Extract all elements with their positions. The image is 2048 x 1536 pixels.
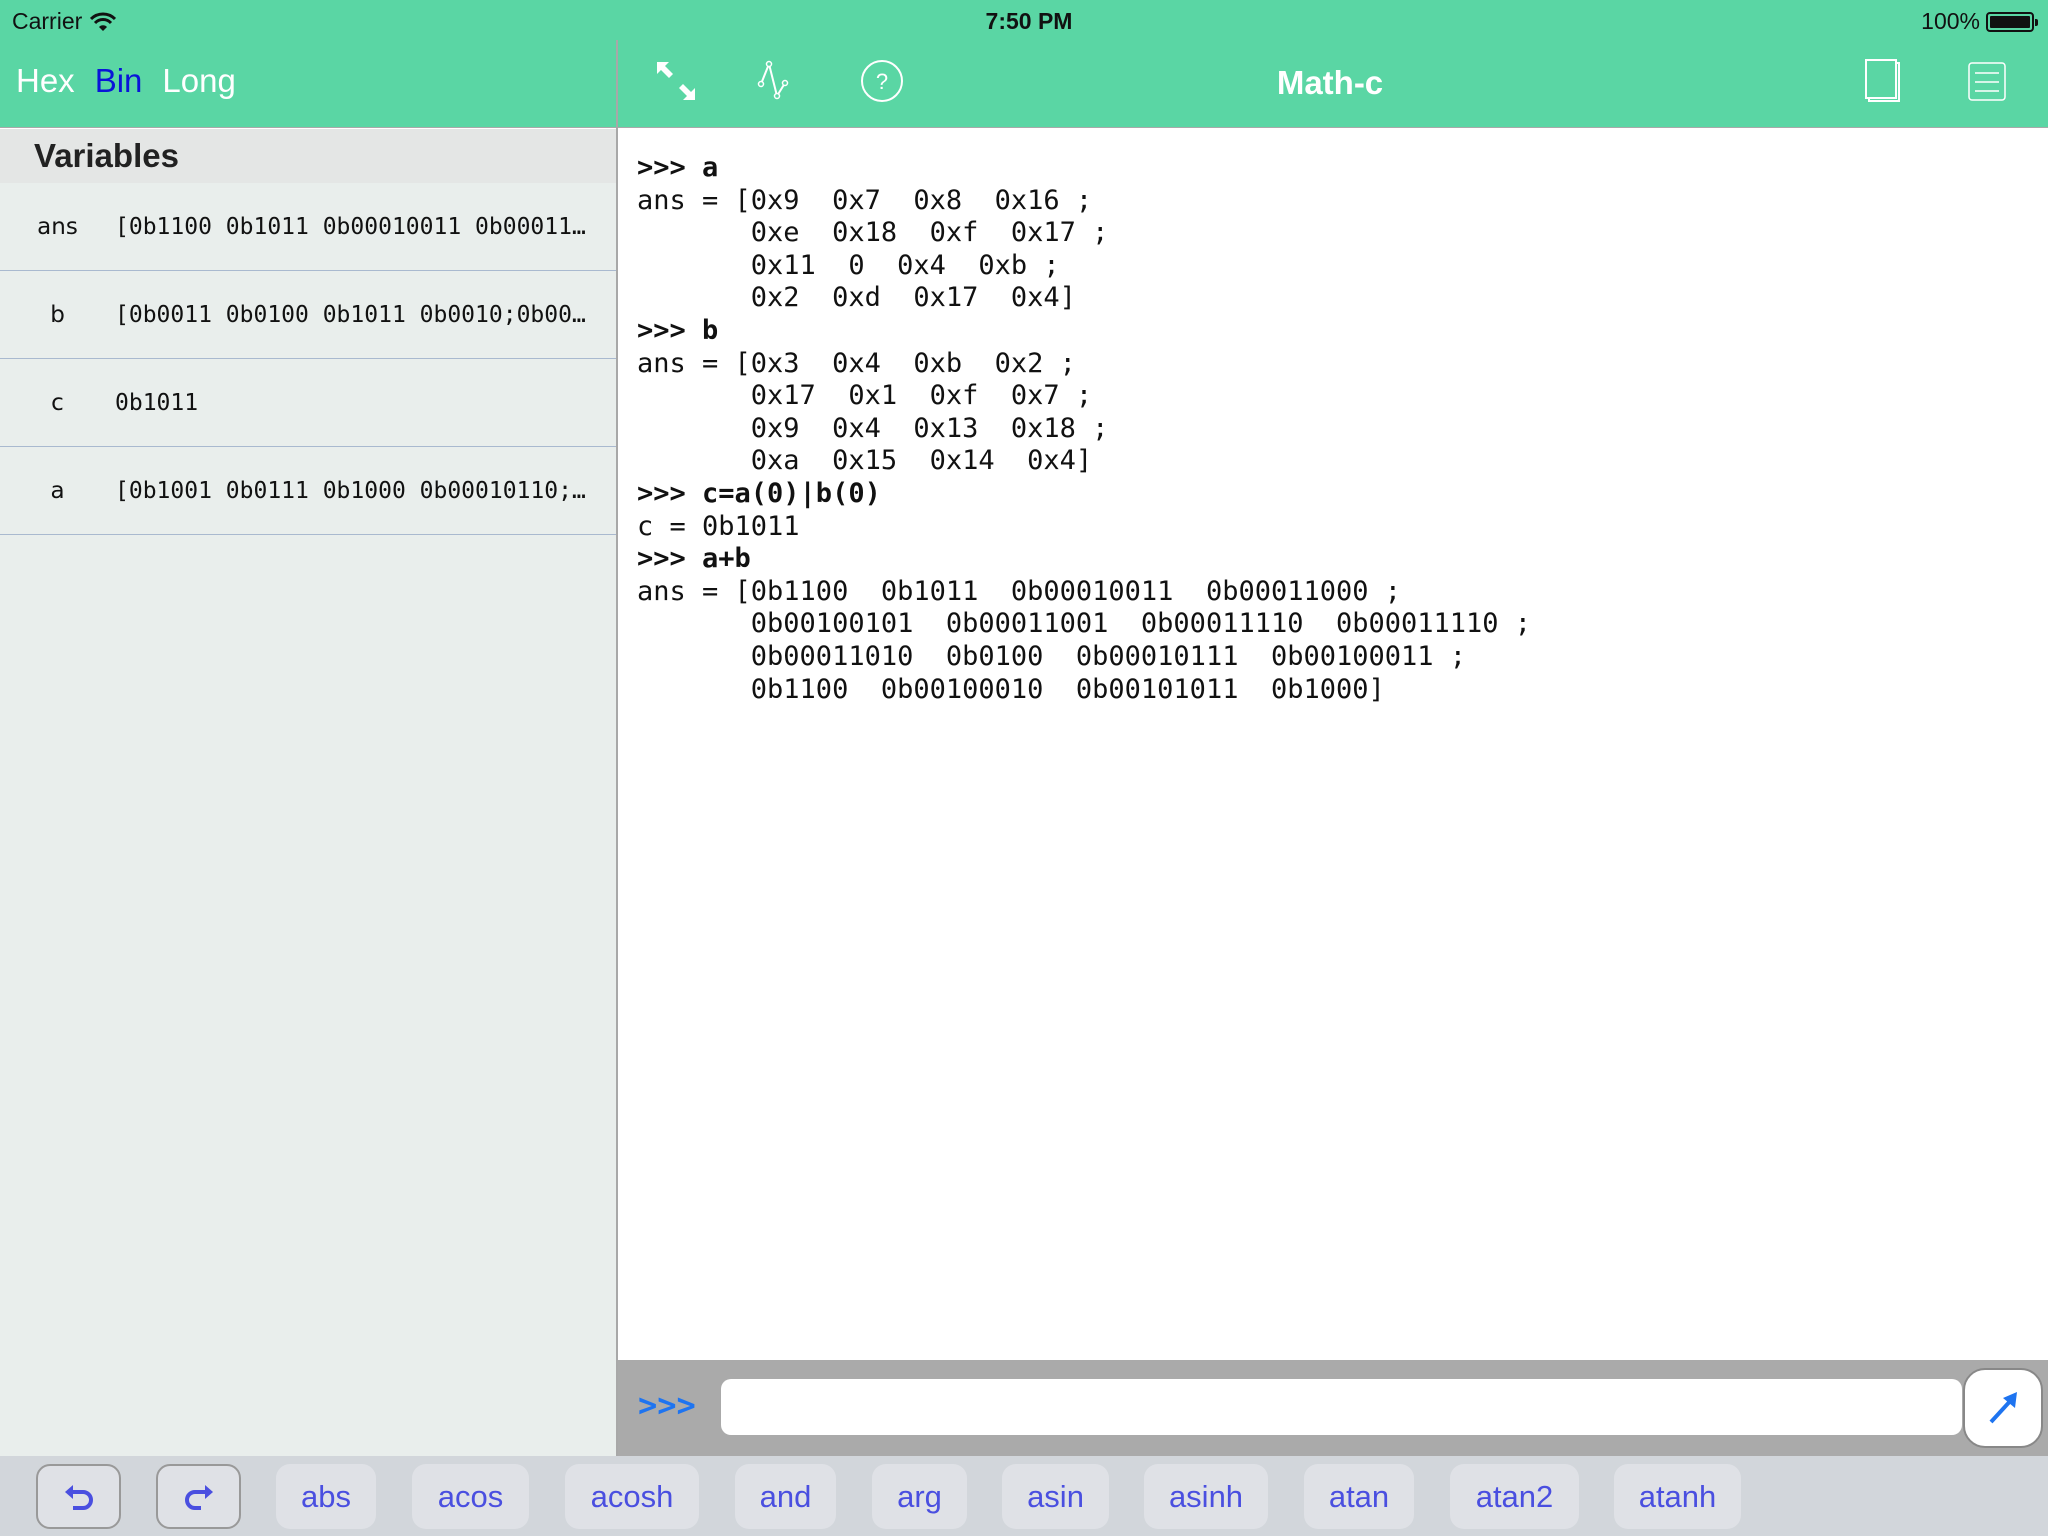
mode-long[interactable]: Long (162, 62, 235, 100)
battery-icon (1986, 11, 2038, 32)
variable-name: a (50, 477, 65, 504)
console-output-line: 0x2 0xd 0x17 0x4] (637, 282, 1076, 314)
variable-row-a[interactable]: a [0b1001 0b0111 0b1000 0b00010110;0b111… (0, 447, 616, 535)
top-bar: Carrier 7:50 PM 100% Hex Bin Long ? Math… (0, 0, 2048, 128)
console-output-line: 0b00100101 0b00011001 0b00011110 0b00011… (637, 608, 1532, 640)
help-icon[interactable]: ? (857, 56, 907, 106)
expand-icon[interactable] (651, 56, 701, 106)
func-acos[interactable]: acos (412, 1464, 529, 1529)
execute-button[interactable] (1963, 1368, 2043, 1448)
func-abs[interactable]: abs (276, 1464, 376, 1529)
variable-value: 0b1011 (115, 389, 199, 416)
console-output-line: ans = [0b1100 0b1011 0b00010011 0b000110… (637, 575, 1402, 607)
command-bar: >>> (618, 1360, 2048, 1456)
console-command-line: >>> a (637, 152, 719, 183)
panel-divider[interactable] (616, 40, 618, 1456)
console-output-line: ans = [0x3 0x4 0xb 0x2 ; (637, 347, 1076, 379)
mode-bin[interactable]: Bin (95, 62, 143, 100)
redo-button[interactable] (156, 1464, 241, 1529)
console-output-line: c = 0b1011 (637, 510, 800, 542)
number-format-selector: Hex Bin Long (16, 62, 236, 100)
console-output-line: ans = [0x9 0x7 0x8 0x16 ; (637, 184, 1093, 216)
redo-icon (184, 1484, 213, 1510)
console-command-line: >>> b (637, 314, 719, 346)
battery-indicator: 100% (1921, 8, 2038, 35)
variable-name: c (51, 389, 64, 416)
list-icon[interactable] (1961, 56, 2011, 106)
console-output-line: 0b00011010 0b0100 0b00010111 0b00100011 … (637, 640, 1467, 672)
variable-value: [0b1001 0b0111 0b1000 0b00010110;0b1110 … (115, 477, 591, 504)
console-output-line: 0x11 0 0x4 0xb ; (637, 249, 1060, 281)
variable-row-c[interactable]: c 0b1011 (0, 359, 616, 447)
battery-percent: 100% (1921, 8, 1980, 34)
status-time: 7:50 PM (985, 8, 1073, 34)
func-acosh[interactable]: acosh (565, 1464, 699, 1529)
console-command-line: >>> a+b (637, 543, 751, 575)
func-atan[interactable]: atan (1304, 1464, 1414, 1529)
variable-name: b (50, 301, 65, 328)
input-prompt: >>> (638, 1386, 696, 1424)
func-atanh[interactable]: atanh (1614, 1464, 1741, 1529)
variable-row-b[interactable]: b [0b0011 0b0100 0b1011 0b0010;0b0001011… (0, 271, 616, 359)
console-output-line: 0b1100 0b00100010 0b00101011 0b1000] (637, 673, 1385, 705)
console-command-line: >>> c=a(0)|b(0) (637, 477, 881, 509)
document-icon[interactable] (1857, 56, 1907, 106)
console-output-line: 0x17 0x1 0xf 0x7 ; (637, 380, 1093, 412)
console-output-line: 0x9 0x4 0x13 0x18 ; (637, 412, 1109, 444)
console-output: >>> a ans = [0x9 0x7 0x8 0x16 ; 0xe 0x18 … (637, 152, 2037, 706)
func-atan2[interactable]: atan2 (1450, 1464, 1579, 1529)
arrow-up-right-icon (1989, 1392, 2017, 1424)
undo-button[interactable] (36, 1464, 121, 1529)
app-title: Math-c (1276, 64, 1384, 101)
variable-name: ans (37, 213, 78, 240)
func-asin[interactable]: asin (1002, 1464, 1109, 1529)
mode-hex[interactable]: Hex (16, 62, 75, 100)
variable-value: [0b1100 0b1011 0b00010011 0b00011000;0b0… (115, 213, 591, 240)
func-arg[interactable]: arg (872, 1464, 967, 1529)
status-bar: Carrier 7:50 PM 100% (0, 0, 2048, 40)
func-asinh[interactable]: asinh (1144, 1464, 1268, 1529)
console-output-line: 0xe 0x18 0xf 0x17 ; (637, 217, 1109, 249)
variables-panel: Variables ans [0b1100 0b1011 0b00010011 … (0, 129, 616, 1456)
console-output-line: 0xa 0x15 0x14 0x4] (637, 445, 1093, 477)
svg-text:?: ? (876, 69, 888, 94)
command-input[interactable] (721, 1379, 1962, 1435)
variable-row-ans[interactable]: ans [0b1100 0b1011 0b00010011 0b00011000… (0, 183, 616, 271)
function-keyboard-bar: abs acos acosh and arg asin asinh atan a… (0, 1456, 2048, 1536)
plot-icon[interactable] (753, 56, 803, 106)
variables-header: Variables (0, 129, 616, 183)
variable-value: [0b0011 0b0100 0b1011 0b0010;0b00010111 … (115, 301, 591, 328)
func-and[interactable]: and (735, 1464, 836, 1529)
undo-icon (64, 1484, 93, 1510)
